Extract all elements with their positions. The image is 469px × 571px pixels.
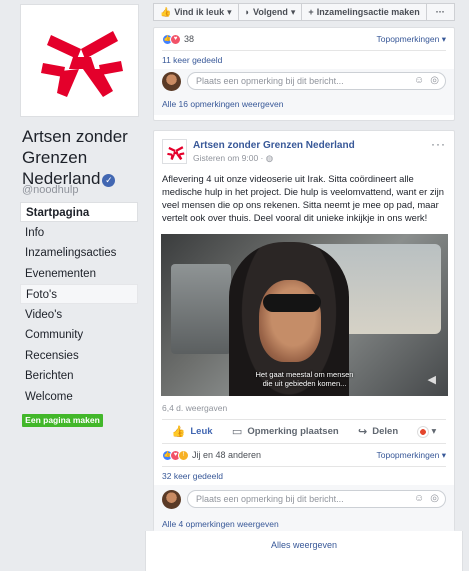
caret-down-icon: ▾: [227, 7, 232, 17]
share-button[interactable]: ↪ Delen: [358, 425, 398, 438]
verified-badge-icon: ✓: [102, 174, 116, 187]
comment-button[interactable]: ▭ Opmerking plaatsen: [232, 425, 339, 438]
page-avatar: [417, 425, 430, 438]
like-button[interactable]: 👍 Leuk: [172, 425, 213, 438]
video-player[interactable]: Het gaat meestal om mensen die uit gebie…: [161, 234, 448, 396]
reaction-summary-text: Jij en 48 anderen: [192, 450, 262, 460]
subtitle-line: die uit gebieden komen...: [262, 379, 347, 388]
comment-composer: Plaats een opmerking bij dit bericht... …: [154, 485, 454, 513]
share-count-link[interactable]: 32 keer gedeeld: [154, 467, 454, 485]
sidebar-item-community[interactable]: Community: [20, 325, 138, 345]
post-author-avatar[interactable]: [162, 139, 187, 164]
reaction-count: 38: [184, 34, 195, 44]
reaction-count-link[interactable]: 👍 ♥ ! Jij en 48 anderen: [162, 449, 262, 461]
page-profile-picture[interactable]: [20, 4, 139, 117]
post-time-text: Gisteren om 9:00 ·: [193, 153, 266, 163]
post-actions: 👍 Leuk ▭ Opmerking plaatsen ↪ Delen ▾: [162, 419, 446, 443]
thumbs-up-icon: 👍: [171, 426, 186, 438]
comment-input[interactable]: Plaats een opmerking bij dit bericht... …: [187, 72, 446, 90]
video-frame-window: [171, 264, 231, 354]
sidebar-item-info[interactable]: Info: [20, 223, 138, 243]
post-author-link[interactable]: Artsen zonder Grenzen Nederland: [193, 139, 355, 152]
reactions-summary: 👍 ♥ ! Jij en 48 anderen Topopmerkingen ▾: [154, 444, 454, 466]
share-label: Delen: [372, 426, 399, 437]
sidebar-item-fotos[interactable]: Foto's: [20, 284, 138, 304]
emoji-icon[interactable]: ☺: [414, 491, 424, 507]
video-subtitle: Het gaat meestal om mensen die uit gebie…: [161, 370, 448, 388]
sticker-icon[interactable]: ◎: [430, 491, 439, 507]
page-title[interactable]: Artsen zonder Grenzen Nederland ✓: [22, 126, 142, 189]
view-count: 6,4 d. weergaven: [162, 403, 228, 413]
sidebar-item-berichten[interactable]: Berichten: [20, 366, 138, 386]
page-handle: @noodhulp: [22, 184, 79, 196]
msf-logo-icon: [167, 146, 185, 160]
post-timestamp[interactable]: Gisteren om 9:00 · ◍: [193, 152, 355, 164]
globe-icon: ◍: [265, 153, 274, 163]
comment-composer: Plaats een opmerking bij dit bericht... …: [154, 69, 454, 93]
sticker-icon[interactable]: ◎: [430, 73, 439, 89]
comment-bubble-icon: ▭: [231, 426, 243, 438]
emoji-icon[interactable]: ☺: [414, 73, 424, 89]
post-card: Artsen zonder Grenzen Nederland Gisteren…: [153, 130, 455, 535]
comment-placeholder: Plaats een opmerking bij dit bericht...: [196, 76, 344, 86]
page-title-line: Grenzen: [22, 148, 88, 167]
like-page-label: Vind ik leuk: [174, 7, 225, 17]
video-frame-face: [259, 280, 321, 362]
rss-icon: ◗: [244, 7, 251, 17]
share-arrow-icon: ↪: [358, 426, 368, 438]
video-frame-sunglasses: [263, 294, 321, 312]
like-label: Leuk: [190, 426, 213, 437]
create-page-button[interactable]: Een pagina maken: [22, 414, 103, 427]
sidebar-item-evenementen[interactable]: Evenementen: [20, 264, 138, 284]
sidebar-item-videos[interactable]: Video's: [20, 305, 138, 325]
share-count-link[interactable]: 11 keer gedeeld: [154, 51, 454, 69]
page-title-line: Artsen zonder: [22, 127, 128, 146]
post-card-previous: 👍 ♥ 38 Topopmerkingen ▾ 11 keer gedeeld …: [153, 27, 455, 121]
avatar: [162, 71, 181, 91]
more-options-button[interactable]: ···: [425, 3, 455, 21]
page-action-bar: 👍 Vind ik leuk ▾ ◗ Volgend ▾ + Inzamelin…: [153, 3, 455, 21]
create-fundraiser-label: Inzamelingsactie maken: [316, 7, 420, 17]
like-page-button[interactable]: 👍 Vind ik leuk ▾: [153, 3, 239, 21]
subtitle-line: Het gaat meestal om mensen: [255, 370, 354, 379]
caret-down-icon: ▾: [290, 7, 296, 17]
comment-input[interactable]: Plaats een opmerking bij dit bericht... …: [187, 490, 446, 508]
plus-icon: +: [308, 7, 314, 17]
sidebar-item-inzamelingsacties[interactable]: Inzamelingsacties: [20, 243, 138, 263]
view-all-comments-link[interactable]: Alle 16 opmerkingen weergeven: [154, 93, 454, 115]
comment-label: Opmerking plaatsen: [247, 426, 339, 437]
comment-placeholder: Plaats een opmerking bij dit bericht...: [196, 494, 344, 504]
post-options-icon[interactable]: ···: [431, 137, 446, 151]
comment-sort-label: Topopmerkingen: [376, 449, 440, 460]
comment-sort-dropdown[interactable]: Topopmerkingen ▾: [377, 450, 447, 461]
create-fundraiser-button[interactable]: + Inzamelingsactie maken: [301, 3, 427, 21]
avatar: [162, 489, 181, 509]
love-reaction-icon: ♥: [170, 33, 181, 45]
follow-page-button[interactable]: ◗ Volgend ▾: [237, 3, 303, 21]
comment-sort-label: Topopmerkingen: [376, 33, 440, 44]
post-as-selector[interactable]: ▾: [417, 425, 437, 438]
thumbs-up-icon: 👍: [160, 7, 172, 17]
page-sidebar-nav: Startpagina Info Inzamelingsacties Evene…: [20, 202, 138, 407]
volume-muted-icon[interactable]: ◀: [428, 373, 436, 386]
feed-footer: [145, 531, 463, 571]
reactions-summary: 👍 ♥ 38 Topopmerkingen ▾: [154, 28, 454, 50]
comment-sort-dropdown[interactable]: Topopmerkingen ▾: [377, 34, 447, 45]
caret-down-icon: ▾: [431, 426, 437, 437]
reaction-count-link[interactable]: 👍 ♥ 38: [162, 33, 195, 45]
sidebar-item-startpagina[interactable]: Startpagina: [20, 202, 138, 222]
show-all-link[interactable]: Alles weergeven: [153, 540, 455, 550]
post-text: Aflevering 4 uit onze videoserie uit Ira…: [162, 173, 444, 223]
sidebar-item-recensies[interactable]: Recensies: [20, 346, 138, 366]
follow-page-label: Volgend: [253, 7, 288, 17]
wow-reaction-icon: !: [178, 449, 189, 461]
sidebar-item-welcome[interactable]: Welcome: [20, 387, 138, 407]
post-header: Artsen zonder Grenzen Nederland Gisteren…: [154, 131, 454, 164]
msf-logo-icon: [41, 31, 123, 97]
